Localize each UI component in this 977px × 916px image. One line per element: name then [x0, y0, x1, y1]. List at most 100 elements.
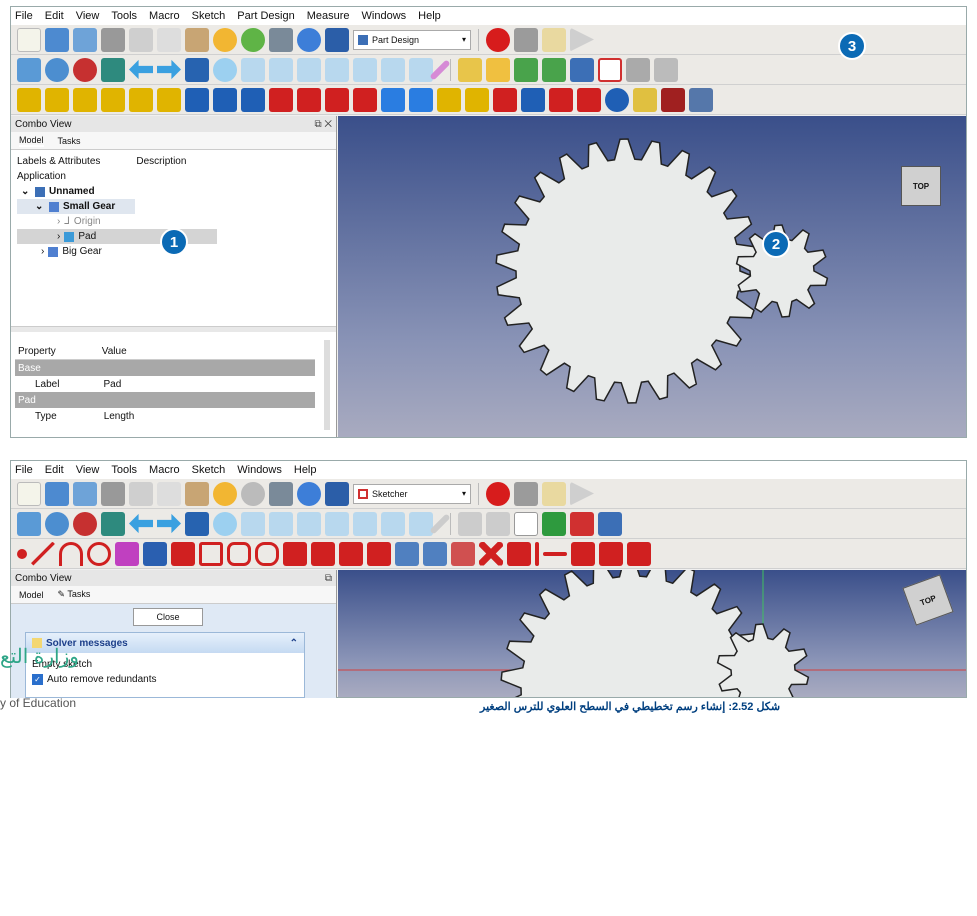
- big-gear-shape[interactable]: [495, 138, 761, 404]
- rear-view-icon[interactable]: [353, 511, 377, 536]
- redo-icon[interactable]: [241, 27, 265, 52]
- boolean-icon[interactable]: [605, 87, 629, 112]
- menu-edit[interactable]: Edit: [45, 10, 64, 22]
- whats-this-icon[interactable]: [325, 27, 349, 52]
- view-sketch-icon[interactable]: [542, 511, 566, 536]
- external-geometry-icon[interactable]: [395, 541, 419, 566]
- print-icon[interactable]: [101, 481, 125, 506]
- vertical-icon[interactable]: [535, 541, 539, 566]
- property-group-base[interactable]: Base: [15, 360, 315, 376]
- chevron-right-icon[interactable]: ›: [41, 246, 44, 257]
- additive-primitive-icon[interactable]: [157, 87, 181, 112]
- right-view-icon[interactable]: [325, 511, 349, 536]
- draft-icon[interactable]: [549, 87, 573, 112]
- coincident-icon[interactable]: [479, 541, 503, 566]
- std-views-icon[interactable]: [185, 511, 209, 536]
- forward-arrow-icon[interactable]: [157, 59, 181, 80]
- polyline-icon[interactable]: [171, 541, 195, 566]
- group-icon[interactable]: [486, 57, 510, 82]
- menu-windows[interactable]: Windows: [237, 464, 282, 476]
- link-icon[interactable]: [514, 57, 538, 82]
- fillet-icon[interactable]: [283, 541, 307, 566]
- tree-item-small-gear[interactable]: ⌄ Small Gear: [17, 199, 135, 214]
- cut-icon[interactable]: [129, 481, 153, 506]
- menu-file[interactable]: File: [15, 10, 33, 22]
- mirrored-icon[interactable]: [381, 87, 405, 112]
- extend-icon[interactable]: [339, 541, 363, 566]
- tab-model[interactable]: Model: [19, 135, 44, 147]
- parallel-icon[interactable]: [571, 541, 595, 566]
- menu-help[interactable]: Help: [294, 464, 317, 476]
- fit-all-icon[interactable]: [17, 511, 41, 536]
- property-row-label[interactable]: Label Pad: [15, 376, 315, 392]
- save-icon[interactable]: [73, 27, 97, 52]
- polar-pattern-icon[interactable]: [437, 87, 461, 112]
- subtractive-primitive-icon[interactable]: [353, 87, 377, 112]
- link-actions-icon[interactable]: [542, 57, 566, 82]
- pipe-icon[interactable]: [101, 87, 125, 112]
- sketch-3d-view[interactable]: TOP: [338, 570, 966, 697]
- part-icon[interactable]: [458, 57, 482, 82]
- tab-tasks[interactable]: ✎ Tasks: [58, 589, 91, 600]
- description-column[interactable]: Description: [136, 156, 186, 167]
- back-arrow-icon[interactable]: [129, 59, 153, 80]
- labels-column[interactable]: Labels & Attributes: [17, 156, 100, 167]
- top-view-icon[interactable]: [297, 511, 321, 536]
- create-sketch-icon[interactable]: [598, 57, 622, 82]
- fillet-icon[interactable]: [493, 87, 517, 112]
- polygon-icon[interactable]: [227, 541, 251, 566]
- shaft-wizard-icon[interactable]: [661, 87, 685, 112]
- rear-view-icon[interactable]: [353, 57, 377, 82]
- recompute-icon[interactable]: [297, 481, 321, 506]
- menu-tools[interactable]: Tools: [111, 464, 137, 476]
- tree-item-unnamed[interactable]: ⌄ Unnamed: [17, 184, 336, 199]
- splitter[interactable]: [11, 326, 336, 332]
- group-icon[interactable]: [486, 511, 510, 536]
- point-on-object-icon[interactable]: [507, 541, 531, 566]
- bottom-view-icon[interactable]: [381, 57, 405, 82]
- record-macro-icon[interactable]: [486, 481, 510, 506]
- construction-mode-icon[interactable]: [451, 541, 475, 566]
- gear-outline[interactable]: [500, 570, 766, 697]
- new-file-icon[interactable]: [17, 481, 41, 506]
- linear-pattern-icon[interactable]: [409, 87, 433, 112]
- perpendicular-icon[interactable]: [599, 541, 623, 566]
- helix-icon[interactable]: [129, 87, 153, 112]
- menu-windows[interactable]: Windows: [362, 10, 407, 22]
- chevron-right-icon[interactable]: ›: [57, 231, 60, 242]
- play-macro-icon[interactable]: [570, 481, 594, 506]
- recompute-icon[interactable]: [297, 27, 321, 52]
- big-gear-shape[interactable]: [500, 570, 766, 697]
- collapse-icon[interactable]: ⌃: [290, 638, 298, 649]
- workbench-selector[interactable]: Sketcher ▾: [353, 483, 471, 504]
- menu-file[interactable]: File: [15, 464, 33, 476]
- map-sketch-icon[interactable]: [570, 511, 594, 536]
- hole-icon[interactable]: [213, 87, 237, 112]
- edit-macro-icon[interactable]: [542, 27, 566, 52]
- chevron-right-icon[interactable]: ›: [57, 216, 60, 227]
- carbon-copy-icon[interactable]: [423, 541, 447, 566]
- close-button[interactable]: Close: [133, 608, 203, 626]
- involute-gear-icon[interactable]: [633, 87, 657, 112]
- cut-icon[interactable]: [129, 27, 153, 52]
- arc-icon[interactable]: [59, 541, 83, 566]
- gear-outline[interactable]: [495, 138, 761, 404]
- top-view-icon[interactable]: [297, 57, 321, 82]
- workbench-selector[interactable]: Part Design ▾: [353, 29, 471, 50]
- draw-style-icon[interactable]: [73, 57, 97, 82]
- edit-macro-icon[interactable]: [542, 481, 566, 506]
- subtractive-loft-icon[interactable]: [269, 87, 293, 112]
- redo-icon[interactable]: [241, 481, 265, 506]
- print-icon[interactable]: [101, 27, 125, 52]
- bounding-box-icon[interactable]: [101, 511, 125, 536]
- menu-sketch[interactable]: Sketch: [192, 464, 226, 476]
- bounding-box-icon[interactable]: [101, 57, 125, 82]
- undo-icon[interactable]: [213, 481, 237, 506]
- menu-macro[interactable]: Macro: [149, 464, 180, 476]
- menu-tools[interactable]: Tools: [111, 10, 137, 22]
- property-value[interactable]: Length: [104, 411, 135, 422]
- nav-cube[interactable]: TOP: [901, 166, 941, 206]
- conic-icon[interactable]: [115, 541, 139, 566]
- chevron-down-icon[interactable]: ⌄: [21, 186, 31, 197]
- leave-sketch-icon[interactable]: [514, 511, 538, 536]
